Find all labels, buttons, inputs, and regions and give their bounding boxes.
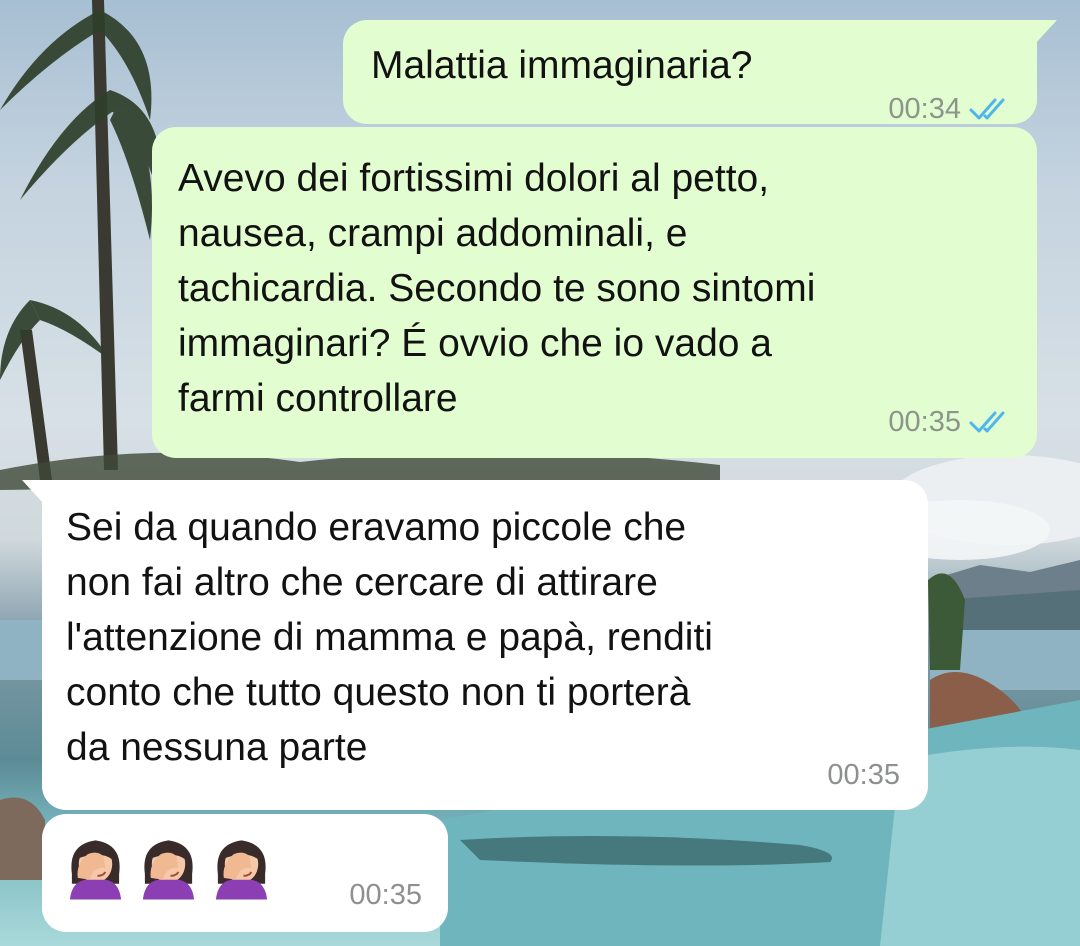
outgoing-message[interactable]: Avevo dei fortissimi dolori al petto, na…: [152, 127, 1037, 458]
message-time: 00:35: [827, 759, 900, 791]
message-text: Malattia immaginaria?: [371, 44, 753, 87]
double-check-icon: [969, 411, 1005, 433]
face-palm-woman-icon: [142, 840, 195, 900]
outgoing-message[interactable]: Malattia immaginaria? 00:34: [343, 20, 1057, 124]
message-meta: 00:35: [827, 760, 900, 790]
message-text: Avevo dei fortissimi dolori al petto, na…: [178, 157, 816, 420]
bubble-tail: [1035, 20, 1057, 44]
bubble-tail: [22, 480, 44, 504]
face-palm-woman-icon: [69, 840, 122, 900]
message-meta: 00:35: [349, 880, 422, 910]
incoming-message[interactable]: Sei da quando eravamo piccole che non fa…: [22, 480, 928, 810]
message-text: Sei da quando eravamo piccole che non fa…: [66, 506, 713, 769]
face-palm-woman-icon: [215, 840, 268, 900]
incoming-message[interactable]: 00:35: [42, 814, 448, 932]
message-time: 00:34: [888, 93, 961, 125]
double-check-icon: [969, 98, 1005, 120]
message-time: 00:35: [888, 406, 961, 438]
message-meta: 00:34: [888, 94, 1013, 124]
message-time: 00:35: [349, 879, 422, 911]
message-meta: 00:35: [888, 407, 1013, 437]
